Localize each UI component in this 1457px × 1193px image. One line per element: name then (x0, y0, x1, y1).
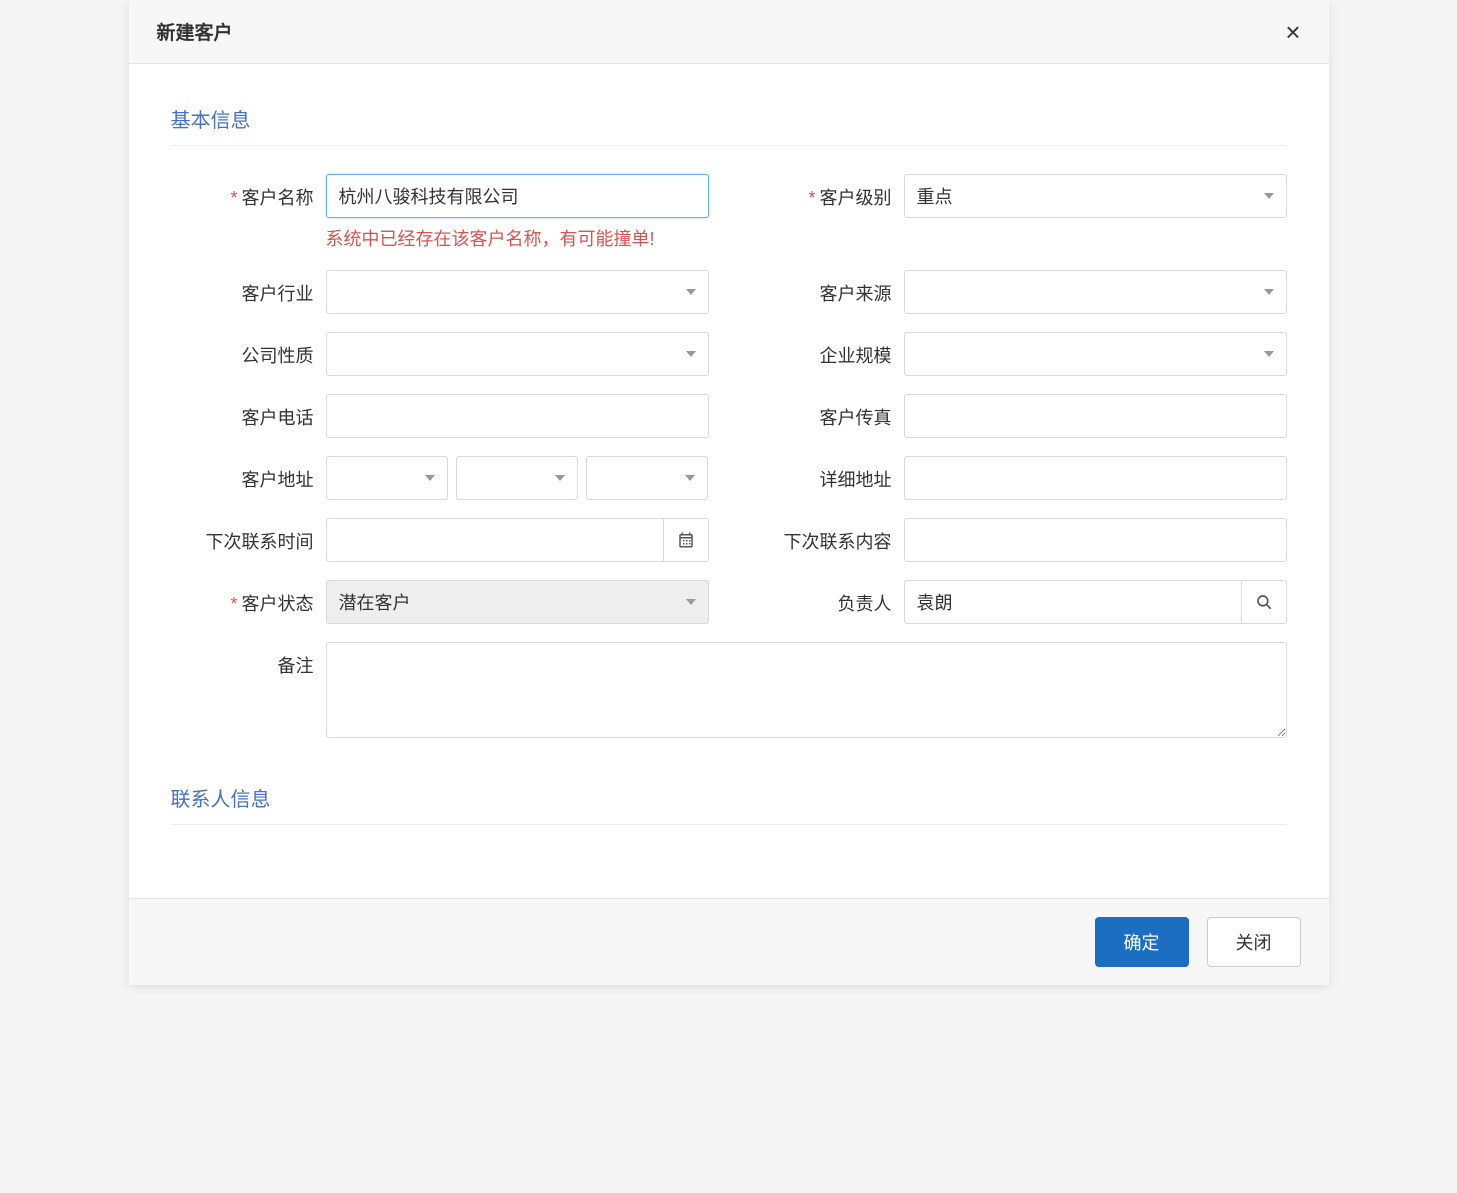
modal-header: 新建客户 × (129, 0, 1329, 64)
customer-status-label: 客户状态 (242, 594, 314, 614)
field-customer-level: *客户级别 重点 (749, 174, 1287, 252)
remark-label: 备注 (171, 642, 326, 678)
owner-search-button[interactable] (1241, 580, 1287, 624)
confirm-button[interactable]: 确定 (1095, 917, 1189, 967)
required-marker: * (808, 188, 815, 208)
field-address: 客户地址 (171, 456, 709, 500)
next-contact-time-label: 下次联系时间 (171, 518, 326, 554)
address-district-select[interactable] (586, 456, 708, 500)
fax-input[interactable] (904, 394, 1287, 438)
company-size-label: 企业规模 (749, 332, 904, 368)
customer-status-value: 潜在客户 (339, 589, 411, 615)
chevron-down-icon (555, 475, 565, 481)
required-marker: * (230, 188, 237, 208)
customer-status-select[interactable]: 潜在客户 (326, 580, 709, 624)
field-remark: 备注 (171, 642, 1287, 743)
field-phone: 客户电话 (171, 394, 709, 438)
chevron-down-icon (686, 351, 696, 357)
calendar-icon (677, 531, 695, 549)
company-nature-select[interactable] (326, 332, 709, 376)
fax-label: 客户传真 (749, 394, 904, 430)
field-address-detail: 详细地址 (749, 456, 1287, 500)
customer-name-input[interactable] (326, 174, 709, 218)
industry-label: 客户行业 (171, 270, 326, 306)
section-basic-title: 基本信息 (171, 104, 1287, 146)
modal-footer: 确定 关闭 (129, 898, 1329, 985)
field-fax: 客户传真 (749, 394, 1287, 438)
field-customer-status: *客户状态 潜在客户 (171, 580, 709, 624)
company-nature-label: 公司性质 (171, 332, 326, 368)
field-next-contact-content: 下次联系内容 (749, 518, 1287, 562)
address-province-select[interactable] (326, 456, 448, 500)
source-select[interactable] (904, 270, 1287, 314)
source-label: 客户来源 (749, 270, 904, 306)
owner-input[interactable] (904, 580, 1241, 624)
close-icon[interactable]: × (1285, 19, 1300, 45)
chevron-down-icon (1264, 351, 1274, 357)
phone-label: 客户电话 (171, 394, 326, 430)
field-industry: 客户行业 (171, 270, 709, 314)
calendar-button[interactable] (663, 518, 709, 562)
address-label: 客户地址 (171, 456, 326, 492)
address-detail-input[interactable] (904, 456, 1287, 500)
field-company-nature: 公司性质 (171, 332, 709, 376)
field-company-size: 企业规模 (749, 332, 1287, 376)
chevron-down-icon (1264, 193, 1274, 199)
customer-name-error: 系统中已经存在该客户名称，有可能撞单! (326, 226, 709, 252)
remark-textarea[interactable] (326, 642, 1287, 738)
search-icon (1255, 593, 1273, 611)
chevron-down-icon (425, 475, 435, 481)
next-contact-content-input[interactable] (904, 518, 1287, 562)
chevron-down-icon (686, 289, 696, 295)
company-size-select[interactable] (904, 332, 1287, 376)
next-contact-time-input[interactable] (326, 518, 663, 562)
required-marker: * (230, 594, 237, 614)
phone-input[interactable] (326, 394, 709, 438)
customer-level-label: 客户级别 (820, 188, 892, 208)
chevron-down-icon (1264, 289, 1274, 295)
customer-level-value: 重点 (917, 183, 953, 209)
section-contact-title: 联系人信息 (171, 783, 1287, 825)
cancel-button[interactable]: 关闭 (1207, 917, 1301, 967)
new-customer-modal: 新建客户 × 基本信息 *客户名称 系统中已经存在该客户名称，有可能撞单! *客… (129, 0, 1329, 985)
address-detail-label: 详细地址 (749, 456, 904, 492)
field-owner: 负责人 (749, 580, 1287, 624)
field-source: 客户来源 (749, 270, 1287, 314)
chevron-down-icon (685, 475, 695, 481)
chevron-down-icon (686, 599, 696, 605)
field-next-contact-time: 下次联系时间 (171, 518, 709, 562)
owner-label: 负责人 (749, 580, 904, 616)
modal-body[interactable]: 基本信息 *客户名称 系统中已经存在该客户名称，有可能撞单! *客户级别 重点 (129, 64, 1329, 898)
industry-select[interactable] (326, 270, 709, 314)
field-customer-name: *客户名称 系统中已经存在该客户名称，有可能撞单! (171, 174, 709, 252)
modal-title: 新建客户 (157, 18, 233, 45)
customer-name-label: 客户名称 (242, 188, 314, 208)
customer-level-select[interactable]: 重点 (904, 174, 1287, 218)
next-contact-content-label: 下次联系内容 (749, 518, 904, 554)
address-city-select[interactable] (456, 456, 578, 500)
